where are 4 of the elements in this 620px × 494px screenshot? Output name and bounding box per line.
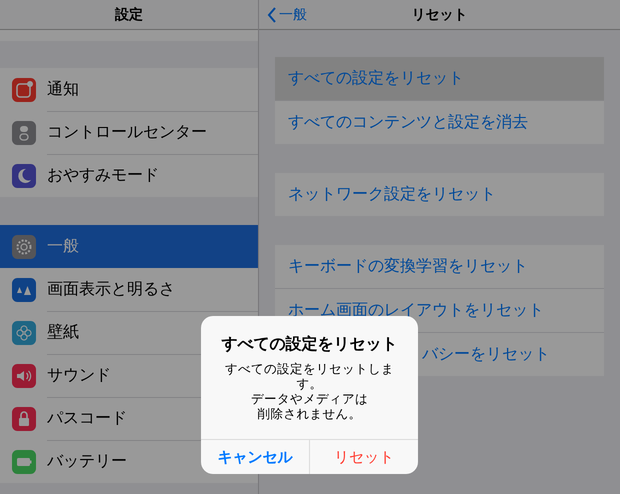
sidebar-title: 設定	[115, 6, 143, 24]
alert-message: 削除されません。	[258, 406, 362, 421]
back-label: 一般	[279, 6, 307, 24]
page-title: リセット	[412, 6, 468, 24]
